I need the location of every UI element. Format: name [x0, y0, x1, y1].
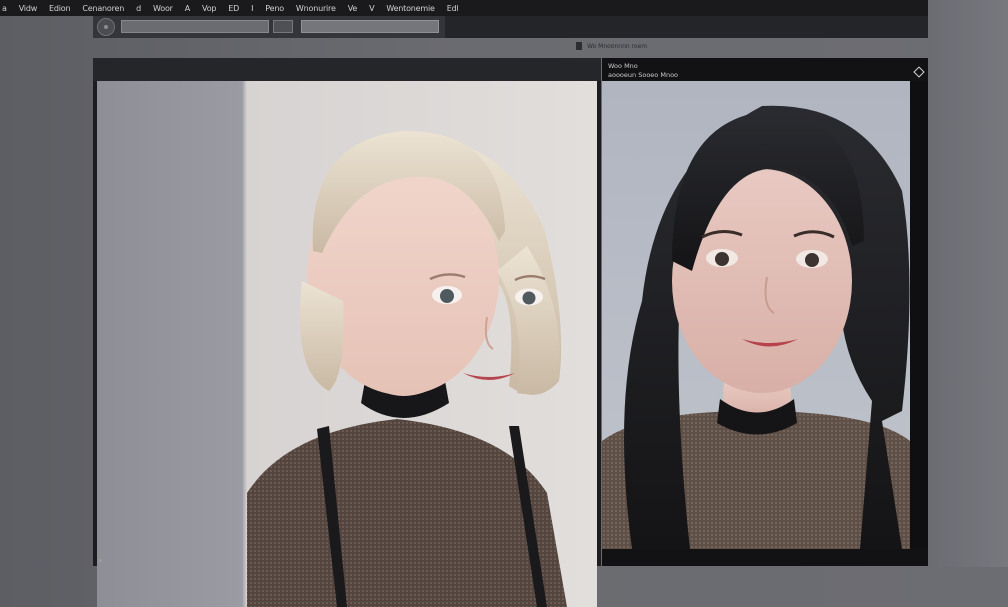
menu-item[interactable]: Peno [265, 4, 284, 13]
right-image-panel: Woo Mno aoooeun Sooeo Mnoo aoooneoneu [602, 58, 928, 566]
caption-line: Woo Mno [608, 62, 638, 70]
toolbar-button[interactable] [273, 20, 293, 33]
toolbar-track [445, 16, 929, 38]
status-icon [576, 42, 582, 50]
portrait-black-hair-illustration [602, 105, 910, 549]
menu-item[interactable]: Edion [49, 4, 71, 13]
right-panel-edge [910, 81, 928, 549]
toolbar [93, 16, 929, 38]
panel-corner-marker [99, 559, 102, 562]
menu-item[interactable]: V [369, 4, 374, 13]
menu-item[interactable]: Cenanoren [82, 4, 124, 13]
left-panel-header [93, 58, 601, 81]
menu-item[interactable]: Woor [153, 4, 173, 13]
status-text: Wo Mnoonnnn roem [587, 42, 648, 50]
diamond-icon[interactable] [913, 66, 925, 78]
portrait-blonde-image[interactable] [97, 81, 597, 607]
status-line: Wo Mnoonnnn roem [576, 42, 647, 50]
record-button[interactable] [97, 18, 115, 36]
menu-item[interactable]: d [136, 4, 141, 13]
caption-line: aoooeun Sooeo Mnoo [608, 71, 679, 79]
menu-bar: a Vidw Edion Cenanoren d Woor A Vop ED I… [0, 0, 1008, 16]
portrait-blonde-illustration [247, 130, 567, 607]
menu-item[interactable]: a [2, 4, 7, 13]
menu-item[interactable]: Wnonurire [296, 4, 336, 13]
left-image-panel [93, 58, 601, 607]
menu-item[interactable]: Edl [447, 4, 459, 13]
path-field[interactable] [121, 20, 269, 33]
menu-item[interactable]: ED [228, 4, 239, 13]
menu-item[interactable]: Wentonemie [386, 4, 435, 13]
menu-item[interactable]: Vidw [19, 4, 38, 13]
portrait-black-hair-image[interactable] [602, 81, 910, 549]
search-field[interactable] [301, 20, 439, 33]
menu-item[interactable]: Ve [348, 4, 358, 13]
menu-item[interactable]: A [185, 4, 190, 13]
menu-item[interactable]: I [251, 4, 253, 13]
menu-item[interactable]: Vop [202, 4, 216, 13]
right-backdrop [928, 0, 1008, 567]
